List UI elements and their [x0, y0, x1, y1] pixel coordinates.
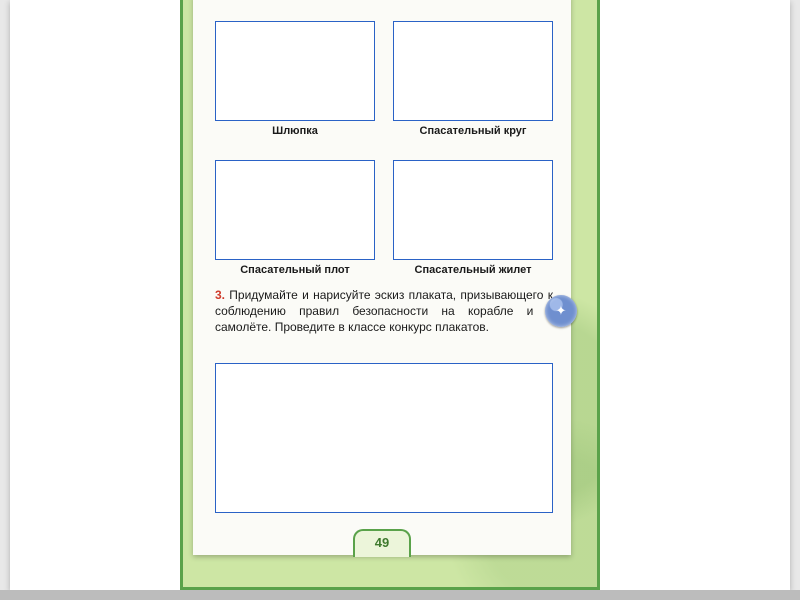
- poster-sketch-box: [215, 363, 553, 513]
- caption-lifejacket: Спасательный жилет: [393, 264, 553, 276]
- task-number: 3.: [215, 288, 225, 302]
- drawing-box-lifejacket: [393, 160, 553, 260]
- page-number-badge: 49: [353, 529, 411, 557]
- drawing-box-lifebuoy: [393, 21, 553, 121]
- task-text: Придумайте и нарисуйте эскиз плаката, пр…: [215, 288, 553, 334]
- task-paragraph: 3. Придумайте и нарисуйте эскиз плаката,…: [215, 287, 553, 336]
- workbook-page-frame: Шлюпка Спасательный круг Спасательный пл…: [180, 0, 600, 590]
- caption-lifeboat: Шлюпка: [215, 125, 375, 137]
- caption-liferaft: Спасательный плот: [215, 264, 375, 276]
- drawing-box-liferaft: [215, 160, 375, 260]
- star-icon: ✦: [556, 303, 567, 319]
- presentation-footer-bar: [0, 590, 800, 600]
- caption-lifebuoy: Спасательный круг: [393, 125, 553, 137]
- drawing-box-lifeboat: [215, 21, 375, 121]
- slide-canvas: Шлюпка Спасательный круг Спасательный пл…: [10, 0, 790, 590]
- page-paper: Шлюпка Спасательный круг Спасательный пл…: [193, 0, 571, 555]
- activity-badge-icon: ✦: [545, 295, 577, 327]
